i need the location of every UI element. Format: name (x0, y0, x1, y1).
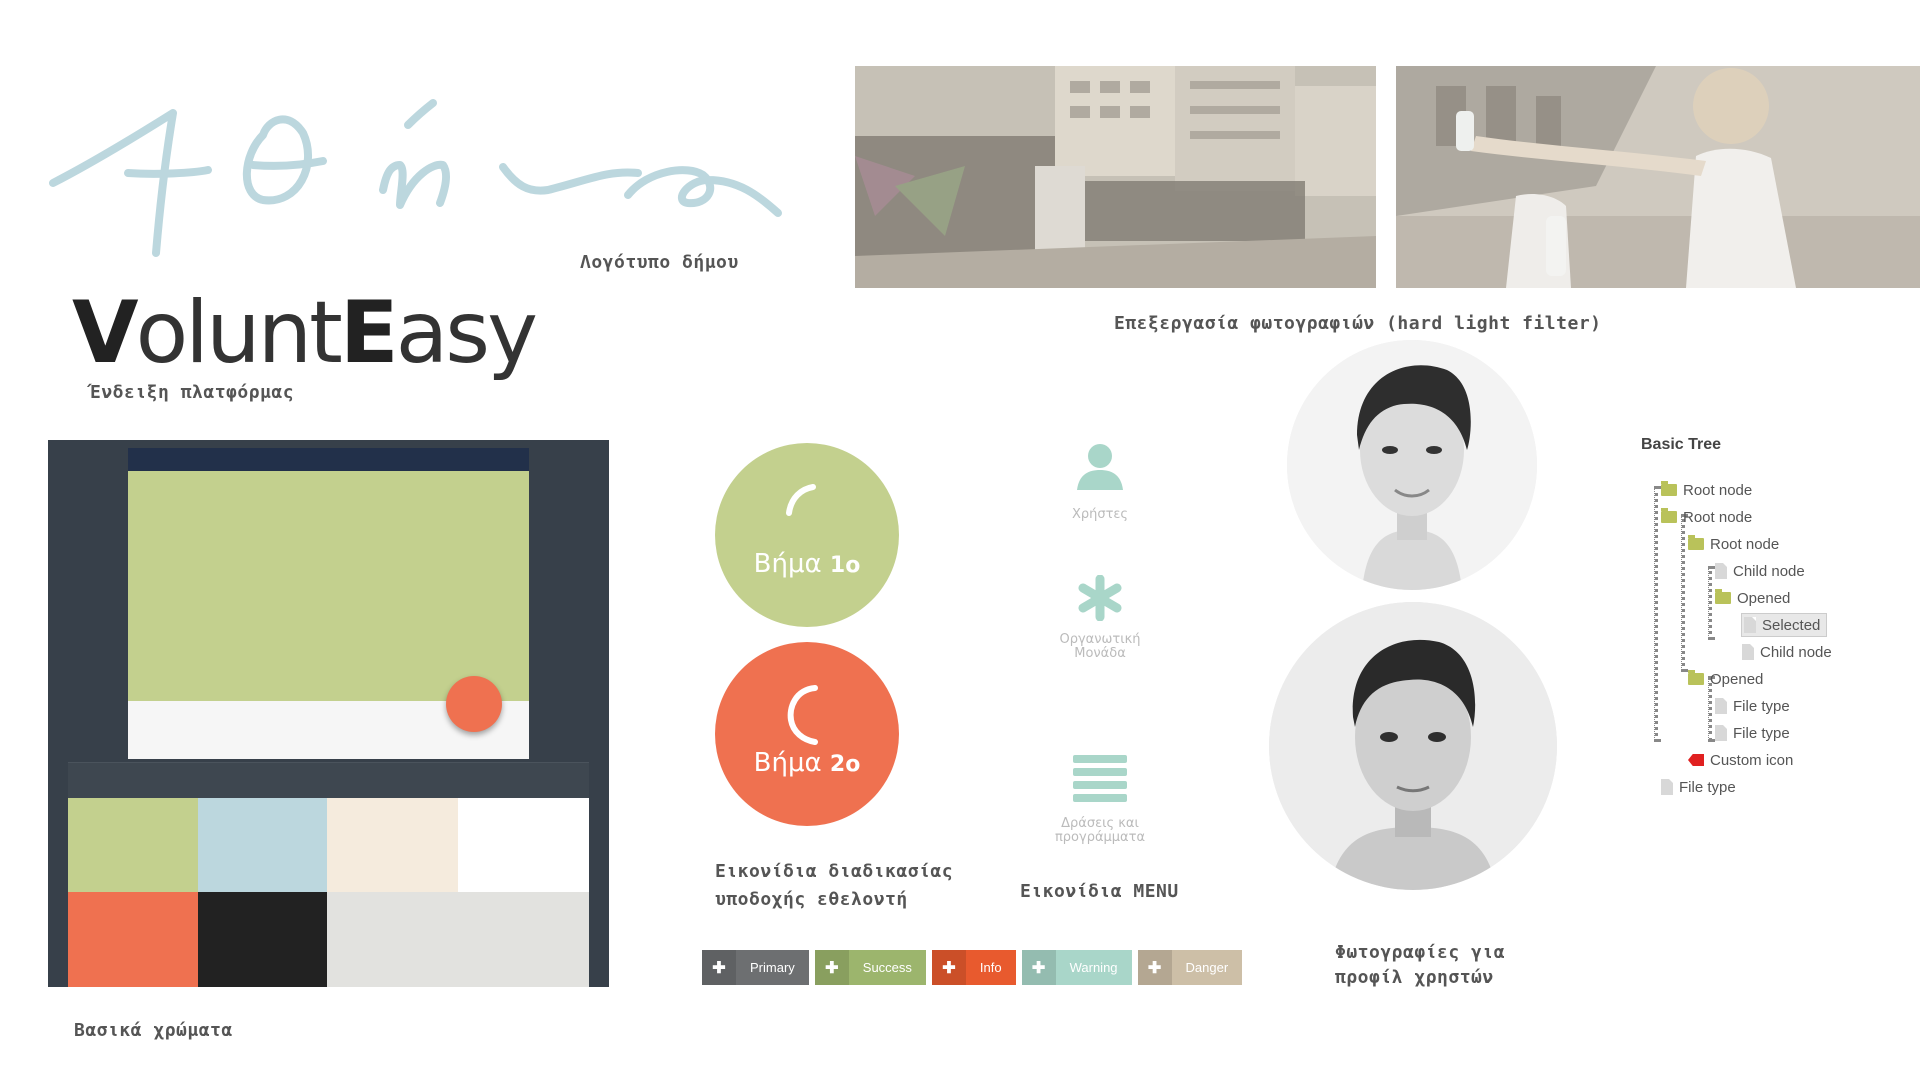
menu-lines-icon (1073, 755, 1127, 802)
mock-toolbar-strip (68, 762, 589, 801)
tree-node[interactable]: Custom icon (1688, 749, 1793, 771)
tree-connector (1681, 514, 1685, 672)
swatch-cream (327, 798, 458, 892)
color-palette-panel (48, 440, 609, 987)
tree-node[interactable]: File type (1715, 695, 1790, 717)
menu-item-users[interactable]: Χρήστες (1060, 440, 1140, 522)
tree-node[interactable]: Root node (1661, 506, 1752, 528)
steps-caption: Εικονίδια διαδικασίας υποδοχής εθελοντή (715, 861, 954, 910)
mock-app-bar (128, 448, 529, 471)
logo-caption: Λογότυπο δήμου (580, 252, 739, 273)
ui-mock-card (128, 448, 529, 759)
folder-icon (1688, 535, 1704, 550)
tree-node[interactable]: Child node (1742, 641, 1832, 663)
tree-node-selected[interactable]: Selected (1741, 613, 1828, 637)
street-photo-1 (855, 66, 1376, 288)
profiles-caption: Φωτογραφίες για προφίλ χρηστών (1335, 942, 1506, 988)
step-1-icon: Βήμα 1ο (715, 443, 899, 627)
file-icon (1744, 617, 1756, 633)
folder-icon (1715, 589, 1731, 604)
user-icon (1077, 444, 1123, 490)
profile-photo-woman (1287, 340, 1537, 590)
button-styles-bar: ✚ Primary ✚ Success ✚ Info ✚ Warning ✚ Danger (702, 950, 1243, 985)
swatch-light-grey (327, 892, 589, 987)
tree-node[interactable]: Opened (1688, 668, 1763, 690)
tree-node[interactable]: Root node (1661, 479, 1752, 501)
plus-icon: ✚ (702, 950, 736, 985)
brand-caption: Ένδειξη πλατφόρμας (90, 382, 295, 403)
plus-icon: ✚ (814, 950, 849, 985)
folder-icon (1661, 481, 1677, 496)
tree-node[interactable]: File type (1661, 776, 1736, 798)
danger-button[interactable]: ✚ Danger (1137, 950, 1243, 985)
photos-caption: Επεξεργασία φωτογραφιών (hard light filt… (1114, 313, 1602, 334)
folder-icon (1661, 508, 1677, 523)
tree-title: Basic Tree (1641, 436, 1722, 453)
primary-button[interactable]: ✚ Primary (702, 950, 809, 985)
file-icon (1715, 698, 1727, 714)
tree-node[interactable]: Opened (1715, 587, 1790, 609)
platform-wordmark: VoluntEasy (72, 283, 538, 383)
menu-caption: Εικονίδια MENU (1020, 881, 1179, 902)
menu-item-actions[interactable]: Δράσεις και προγράμματα (1040, 755, 1160, 845)
tree-node[interactable]: Child node (1715, 560, 1805, 582)
tag-icon (1688, 754, 1704, 766)
asterisk-icon (1078, 575, 1122, 621)
swatch-green (68, 798, 198, 892)
palette-caption: Βασικά χρώματα (74, 1020, 233, 1041)
tree-connector (1708, 566, 1712, 640)
tree-node[interactable]: Root node (1688, 533, 1779, 555)
basic-tree: Basic Tree Root node Root node Root node… (1641, 436, 1871, 806)
info-button[interactable]: ✚ Info (931, 950, 1016, 985)
street-photo-2 (1396, 66, 1920, 288)
municipality-logo (48, 95, 808, 269)
menu-item-org-unit[interactable]: Οργανωτική Μονάδα (1050, 575, 1150, 661)
swatch-orange (68, 892, 198, 987)
swatch-white (458, 798, 589, 892)
warning-button[interactable]: ✚ Warning (1021, 950, 1132, 985)
plus-icon: ✚ (931, 950, 966, 985)
swatch-grid (68, 798, 589, 987)
profile-photo-man (1269, 602, 1557, 890)
success-button[interactable]: ✚ Success (814, 950, 926, 985)
swatch-black (198, 892, 327, 987)
swatch-light-blue (198, 798, 327, 892)
tree-connector (1654, 486, 1658, 742)
file-icon (1661, 779, 1673, 795)
tree-node[interactable]: File type (1715, 722, 1790, 744)
folder-icon (1688, 670, 1704, 685)
plus-icon: ✚ (1021, 950, 1056, 985)
mock-hero-area (128, 471, 529, 701)
plus-icon: ✚ (1137, 950, 1172, 985)
file-icon (1715, 725, 1727, 741)
step-2-icon: Βήμα 2ο (715, 642, 899, 826)
mock-fab-button (446, 676, 502, 732)
file-icon (1742, 644, 1754, 660)
file-icon (1715, 563, 1727, 579)
progress-arc-icon (786, 484, 816, 516)
progress-arc-half-icon (787, 685, 818, 745)
